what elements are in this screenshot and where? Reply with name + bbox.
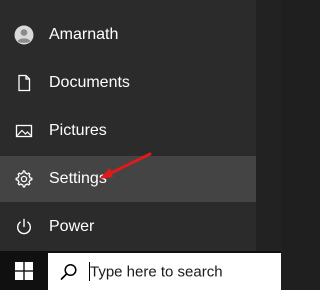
start-menu-tiles-area [256,0,281,251]
user-account-label: Amarnath [49,26,119,43]
pictures-label: Pictures [49,122,107,139]
search-icon [59,262,79,282]
settings-label: Settings [49,170,107,187]
user-avatar-icon [14,25,34,45]
start-menu-panel: Amarnath Documents Pictures Settings Pow… [0,0,256,251]
pictures-icon [14,121,34,141]
document-icon [14,73,34,93]
taskbar-search-box[interactable]: Type here to search [48,253,281,290]
documents-label: Documents [49,74,130,91]
gear-icon [14,169,34,189]
power-item[interactable]: Power [0,204,256,250]
pictures-item[interactable]: Pictures [0,108,256,154]
power-icon [14,217,34,237]
documents-item[interactable]: Documents [0,60,256,106]
user-account-item[interactable]: Amarnath [0,12,256,58]
taskbar: Type here to search [0,251,281,290]
power-label: Power [49,218,95,235]
search-placeholder: Type here to search [90,263,223,280]
windows-logo-icon [15,261,33,280]
settings-item[interactable]: Settings [0,156,256,202]
start-button[interactable] [0,251,48,290]
